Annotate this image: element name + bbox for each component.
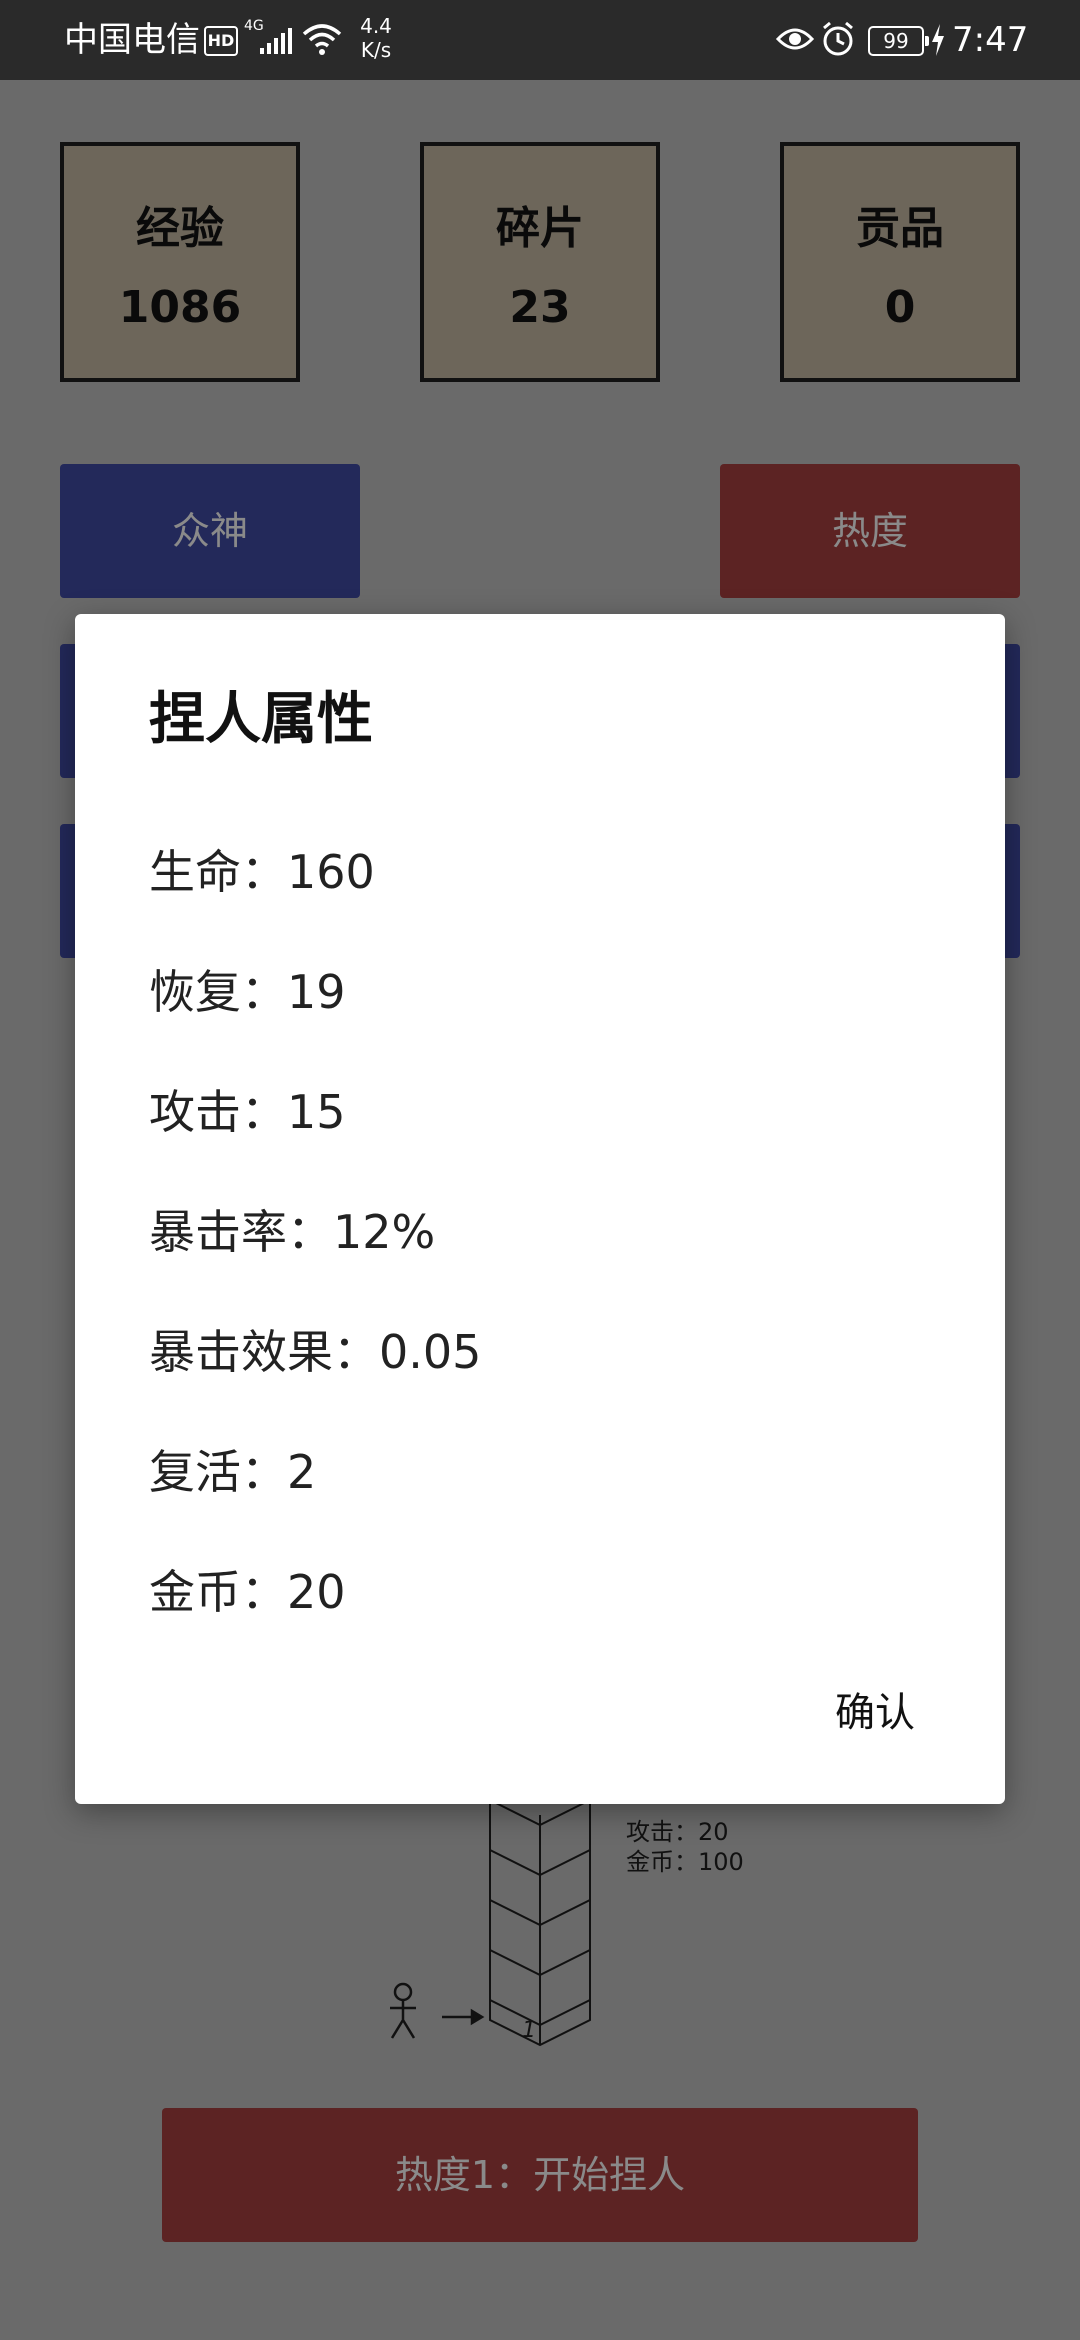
- battery-indicator: 99: [868, 26, 929, 56]
- tower-level-label: 1: [522, 2018, 536, 2043]
- attr-crit-effect: 暴击效果：0.05: [149, 1325, 482, 1379]
- stat-box-fragments: 碎片 23: [420, 142, 660, 382]
- confirm-button[interactable]: 确认: [835, 1680, 915, 1738]
- info-gold: 金币：100: [626, 1848, 744, 1876]
- stat-label: 经验: [136, 203, 224, 254]
- attr-hp: 生命：160: [149, 845, 375, 899]
- attr-regen: 恢复：19: [149, 965, 346, 1019]
- signal-icon: [260, 28, 292, 54]
- charging-icon: [932, 24, 944, 56]
- attr-crit-rate: 暴击率：12%: [149, 1205, 436, 1259]
- eye-icon: [776, 28, 814, 50]
- start-button[interactable]: 热度1：开始捏人: [162, 2108, 918, 2242]
- speed-value: 4.4: [360, 14, 392, 38]
- wifi-icon: [302, 24, 342, 55]
- stat-label: 贡品: [856, 203, 944, 254]
- stat-value: 0: [884, 282, 916, 333]
- attr-revive: 复活：2: [149, 1445, 317, 1499]
- stat-label: 碎片: [496, 203, 584, 254]
- stat-box-experience: 经验 1086: [60, 142, 300, 382]
- attributes-dialog: 捏人属性 生命：160 恢复：19 攻击：15 暴击率：12% 暴击效果：0.0…: [75, 614, 1005, 1804]
- clock: 7:47: [952, 20, 1029, 60]
- attr-gold: 金币：20: [149, 1565, 346, 1619]
- gods-button[interactable]: 众神: [60, 464, 360, 598]
- network-speed: 4.4 K/s: [356, 14, 396, 62]
- speed-unit: K/s: [360, 38, 392, 62]
- stat-box-tributes: 贡品 0: [780, 142, 1020, 382]
- hd-badge: HD: [204, 26, 238, 56]
- carrier-label: 中国电信: [64, 20, 200, 60]
- heat-button[interactable]: 热度: [720, 464, 1020, 598]
- status-bar: 中国电信 HD 4G 4.4 K/s 99 7:47: [0, 0, 1080, 80]
- attr-attack: 攻击：15: [149, 1085, 346, 1139]
- stat-value: 1086: [118, 282, 242, 333]
- stick-figure: [390, 1982, 416, 2039]
- arrow-right-icon: [442, 2008, 485, 2026]
- stat-value: 23: [509, 282, 571, 333]
- dialog-title: 捏人属性: [149, 687, 373, 752]
- alarm-icon: [823, 21, 853, 56]
